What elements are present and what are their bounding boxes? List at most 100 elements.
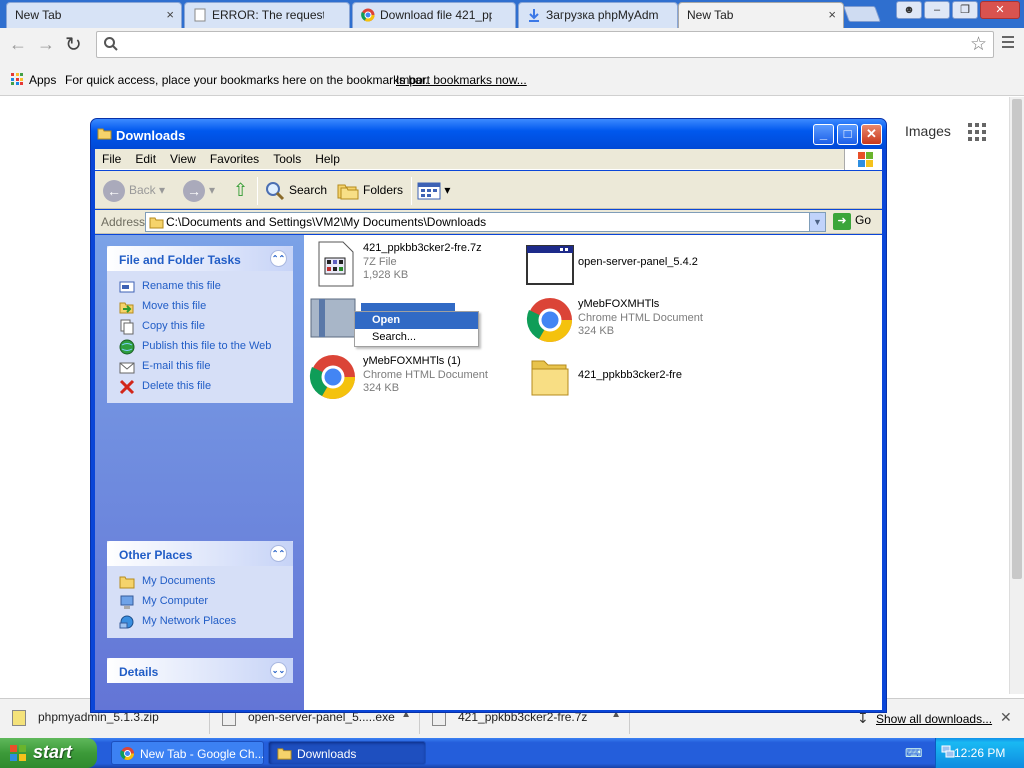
folders-button[interactable]: Folders	[337, 179, 403, 203]
search-button[interactable]: Search	[265, 179, 327, 203]
file-item[interactable]: yMebFOXMHTls Chrome HTML Document 324 KB	[526, 296, 746, 346]
close-icon[interactable]: ✕	[980, 1, 1020, 19]
address-input[interactable]: C:\Documents and Settings\VM2\My Documen…	[145, 212, 826, 232]
tab-error[interactable]: ERROR: The requested	[184, 2, 350, 28]
new-tab-button[interactable]	[843, 6, 881, 22]
keyboard-icon[interactable]: ⌨	[905, 746, 922, 760]
network-icon[interactable]	[941, 745, 955, 759]
maximize-icon[interactable]: □	[837, 124, 858, 145]
back-button[interactable]: ← Back ▾	[103, 179, 165, 203]
up-folder-icon[interactable]: ⇧	[233, 179, 248, 203]
expand-icon[interactable]: ⌄⌄	[270, 662, 287, 679]
google-apps-icon[interactable]	[968, 123, 986, 141]
tab-download-file[interactable]: Download file 421_ppk	[352, 2, 516, 28]
chevron-down-icon[interactable]: ▼	[809, 213, 825, 231]
email-icon	[119, 362, 135, 374]
taskbar-downloads[interactable]: Downloads	[268, 741, 426, 765]
zip-file-icon	[12, 710, 26, 726]
task-pane: File and Folder Tasks ⌃⌃ Rename this file…	[95, 235, 304, 710]
back-arrow-icon[interactable]: ←	[9, 34, 27, 55]
task-email[interactable]: E-mail this file	[119, 357, 293, 377]
minimize-icon[interactable]: –	[924, 1, 950, 19]
close-icon[interactable]: ✕	[1000, 709, 1012, 726]
file-size: 1,928 KB	[363, 269, 409, 281]
scrollbar-thumb[interactable]	[1012, 99, 1022, 579]
place-my-documents[interactable]: My Documents	[119, 572, 293, 592]
file-item[interactable]: yMebFOXMHTls (1) Chrome HTML Document 32…	[309, 353, 509, 403]
panel-header[interactable]: Other Places ⌃⌃	[107, 541, 293, 566]
folder-icon	[277, 748, 292, 760]
menu-edit[interactable]: Edit	[128, 149, 163, 169]
go-button[interactable]: ➜ Go	[833, 213, 871, 230]
chrome-icon	[361, 8, 375, 22]
rename-icon	[119, 281, 135, 293]
context-open[interactable]: Open	[355, 312, 478, 329]
forward-arrow-icon[interactable]: →	[37, 34, 55, 55]
browser-toolbar: ← → ↻ ☆	[0, 28, 1024, 64]
context-search[interactable]: Search...	[355, 329, 478, 346]
task-label: Delete this file	[142, 380, 212, 392]
taskbar-label: New Tab - Google Ch...	[140, 747, 264, 761]
window-titlebar[interactable]: Downloads _ □ ✕	[91, 119, 886, 149]
tab-label: Загрузка phpMyAdmin	[546, 8, 658, 22]
task-delete[interactable]: Delete this file	[119, 377, 293, 397]
apps-link[interactable]: Apps	[29, 73, 56, 87]
chrome-menu-icon[interactable]	[1002, 36, 1014, 51]
folders-label: Folders	[363, 183, 404, 197]
copy-icon	[120, 319, 134, 335]
tab-close-icon[interactable]: ×	[828, 7, 836, 22]
menu-favorites[interactable]: Favorites	[203, 149, 266, 169]
bookmark-star-icon[interactable]: ☆	[970, 33, 987, 56]
file-item[interactable]: open-server-panel_5.4.2	[526, 240, 746, 290]
file-item[interactable]: 421_ppkbb3cker2-fre	[526, 353, 746, 403]
tab-new-tab-1[interactable]: New Tab ×	[6, 2, 182, 28]
search-icon	[104, 37, 118, 51]
place-network[interactable]: My Network Places	[119, 612, 293, 632]
menu-view[interactable]: View	[163, 149, 203, 169]
minimize-icon[interactable]: _	[813, 124, 834, 145]
menu-file[interactable]: File	[95, 149, 128, 169]
panel-header[interactable]: File and Folder Tasks ⌃⌃	[107, 246, 293, 271]
start-label: start	[33, 742, 73, 762]
close-icon[interactable]: ✕	[861, 124, 882, 145]
tab-phpmyadmin[interactable]: Загрузка phpMyAdmin	[518, 2, 678, 28]
apps-icon[interactable]	[11, 73, 23, 85]
task-move[interactable]: Move this file	[119, 297, 293, 317]
menu-help[interactable]: Help	[308, 149, 347, 169]
file-size: 324 KB	[363, 382, 400, 394]
taskbar-chrome[interactable]: New Tab - Google Ch...	[111, 741, 264, 765]
omnibox[interactable]: ☆	[96, 31, 994, 58]
address-label: Address	[101, 215, 146, 229]
place-label: My Documents	[142, 575, 216, 587]
task-copy[interactable]: Copy this file	[119, 317, 293, 337]
file-size: 324 KB	[578, 325, 615, 337]
menu-tools[interactable]: Tools	[266, 149, 308, 169]
tab-label: Download file 421_ppk	[380, 8, 492, 22]
windows-logo-icon	[844, 149, 882, 170]
go-label: Go	[855, 213, 872, 227]
file-item[interactable]: 421_ppkbb3cker2-fre.7z 7Z File 1,928 KB	[311, 240, 511, 290]
collapse-icon[interactable]: ⌃⌃	[270, 545, 287, 562]
images-link[interactable]: Images	[905, 123, 951, 139]
restore-icon[interactable]: ❐	[952, 1, 978, 19]
panel-title: Details	[119, 665, 159, 679]
tab-close-icon[interactable]: ×	[166, 7, 174, 22]
panel-header[interactable]: Details ⌄⌄	[107, 658, 293, 683]
network-icon	[119, 615, 134, 629]
show-all-downloads-link[interactable]: Show all downloads...	[876, 712, 992, 726]
folder-icon	[149, 217, 164, 229]
views-button[interactable]: ▾	[417, 179, 450, 203]
forward-button[interactable]: → ▾	[183, 179, 215, 203]
start-button[interactable]: start	[0, 738, 97, 768]
task-rename[interactable]: Rename this file	[119, 277, 293, 297]
panel-title: Other Places	[119, 548, 193, 562]
user-icon[interactable]: ☻	[896, 1, 922, 19]
task-label: E-mail this file	[142, 360, 211, 372]
tab-new-tab-active[interactable]: New Tab ×	[678, 2, 844, 29]
collapse-icon[interactable]: ⌃⌃	[270, 250, 287, 267]
task-publish[interactable]: Publish this file to the Web	[119, 337, 293, 357]
place-my-computer[interactable]: My Computer	[119, 592, 293, 612]
page-scrollbar[interactable]	[1009, 97, 1024, 694]
import-bookmarks-link[interactable]: Import bookmarks now...	[396, 73, 527, 87]
reload-icon[interactable]: ↻	[65, 32, 82, 57]
